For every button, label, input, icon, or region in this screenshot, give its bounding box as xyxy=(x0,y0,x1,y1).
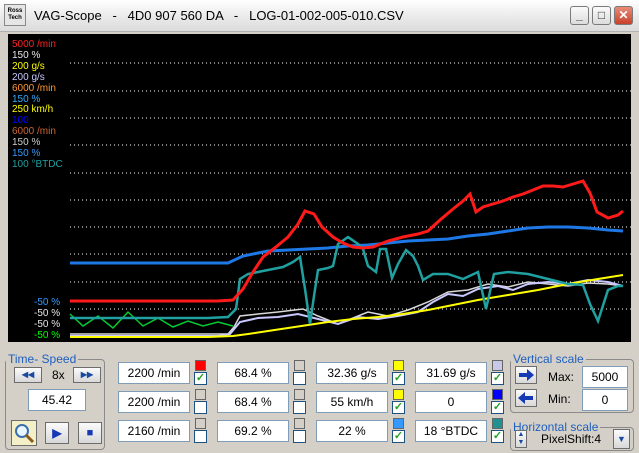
channel-checkbox[interactable]: ✓ xyxy=(392,430,405,443)
arrow-right-button[interactable] xyxy=(515,366,537,384)
fast-forward-button[interactable]: ▶▶ xyxy=(73,367,101,383)
scale-label: 200 g/s xyxy=(12,71,45,83)
scale-label-negative: -50 % xyxy=(34,297,61,308)
play-button[interactable]: ▶ xyxy=(45,422,69,444)
max-input[interactable]: 5000 xyxy=(582,366,628,388)
channel-checkbox[interactable]: ✓ xyxy=(194,372,207,385)
channel-value: 55 km/h xyxy=(316,391,388,413)
channel-checkbox[interactable] xyxy=(194,430,207,443)
channel-color-swatch[interactable] xyxy=(492,389,503,400)
close-button[interactable]: ✕ xyxy=(614,6,633,25)
scale-label: 6000 /min xyxy=(12,82,56,94)
channel-color-swatch[interactable] xyxy=(492,418,503,429)
time-value: 45.42 xyxy=(28,389,86,411)
channel-checkbox[interactable]: ✓ xyxy=(491,401,504,414)
channel-checkbox[interactable] xyxy=(293,372,306,385)
channel-value: 2160 /min xyxy=(118,420,190,442)
trace-lavender xyxy=(70,278,624,337)
channel-color-swatch[interactable] xyxy=(393,360,404,371)
trace-lime xyxy=(69,310,234,330)
stop-button[interactable]: ■ xyxy=(78,422,102,444)
scale-label-negative: -50 % xyxy=(34,319,61,330)
scale-label: 150 % xyxy=(12,93,41,105)
control-panel: Time- Speed ◀◀ 8x ▶▶ 45.42 ▶ ■ 2200 /min… xyxy=(0,344,639,453)
channel-color-swatch[interactable] xyxy=(294,360,305,371)
channel-color-swatch[interactable] xyxy=(393,389,404,400)
scale-label: 200 g/s xyxy=(12,60,45,72)
channel-color-swatch[interactable] xyxy=(294,418,305,429)
channel-value: 0 xyxy=(415,391,487,413)
title-bar: Ross Tech VAG-Scope - 4D0 907 560 DA - L… xyxy=(0,0,639,32)
pixelshift-spinner[interactable]: ▲ ▼ xyxy=(515,430,527,448)
maximize-button[interactable]: □ xyxy=(592,6,611,25)
channel-value: 31.69 g/s xyxy=(415,362,487,384)
scale-label: 6000 /min xyxy=(12,126,56,138)
scale-label: 250 km/h xyxy=(12,104,54,116)
arrow-left-button[interactable] xyxy=(515,389,537,407)
magnifier-icon[interactable] xyxy=(11,420,37,446)
channel-value: 2200 /min xyxy=(118,362,190,384)
scale-label: 150 % xyxy=(12,137,41,149)
rewind-button[interactable]: ◀◀ xyxy=(14,367,42,383)
channel-value: 22 % xyxy=(316,420,388,442)
scale-label-negative: -50 % xyxy=(34,330,61,341)
channel-value: 69.2 % xyxy=(217,420,289,442)
scale-label: 150 % xyxy=(12,148,41,159)
channel-checkbox[interactable] xyxy=(194,401,207,414)
scale-label: 100 °BTDC xyxy=(12,158,63,170)
channel-value: 32.36 g/s xyxy=(316,362,388,384)
vertical-scale-legend: Vertical scale xyxy=(513,352,584,366)
scale-label: 100 xyxy=(12,115,29,127)
min-label: Min: xyxy=(548,392,571,406)
time-speed-legend: Time- Speed xyxy=(8,352,77,366)
speed-value: 8x xyxy=(52,368,65,382)
channel-value: 68.4 % xyxy=(217,362,289,384)
trace-yellow xyxy=(70,274,624,338)
channel-checkbox[interactable] xyxy=(293,430,306,443)
channel-color-swatch[interactable] xyxy=(195,418,206,429)
channel-checkbox[interactable] xyxy=(293,401,306,414)
trace-teal xyxy=(70,235,623,325)
logo-text: Ross Tech xyxy=(7,8,23,21)
channel-checkbox[interactable]: ✓ xyxy=(491,372,504,385)
scope-plot xyxy=(69,62,631,338)
scope-chart[interactable]: 5000 /min 150 % 200 g/s 200 g/s 6000 /min 150… xyxy=(8,34,631,342)
min-input[interactable]: 0 xyxy=(582,389,628,411)
channel-color-swatch[interactable] xyxy=(195,360,206,371)
channel-value: 68.4 % xyxy=(217,391,289,413)
channel-value: 18 °BTDC xyxy=(415,420,487,442)
minimize-button[interactable]: _ xyxy=(570,6,589,25)
ross-tech-logo: Ross Tech xyxy=(4,4,26,26)
chevron-down-icon[interactable]: ▼ xyxy=(613,429,630,449)
channel-checkbox[interactable]: ✓ xyxy=(392,401,405,414)
channel-color-swatch[interactable] xyxy=(393,418,404,429)
pixelshift-value: PixelShift:4 xyxy=(541,432,602,446)
window-title: VAG-Scope - 4D0 907 560 DA - LOG-01-002-… xyxy=(34,8,404,23)
scale-label-negative: -50 % xyxy=(34,308,61,319)
channel-color-swatch[interactable] xyxy=(492,360,503,371)
scale-label: 5000 /min xyxy=(12,39,56,50)
max-label: Max: xyxy=(548,370,575,384)
channel-checkbox[interactable]: ✓ xyxy=(491,430,504,443)
channel-checkbox[interactable]: ✓ xyxy=(392,372,405,385)
channel-color-swatch[interactable] xyxy=(294,389,305,400)
scale-label: 150 % xyxy=(12,49,41,61)
channel-value: 2200 /min xyxy=(118,391,190,413)
channel-color-swatch[interactable] xyxy=(195,389,206,400)
